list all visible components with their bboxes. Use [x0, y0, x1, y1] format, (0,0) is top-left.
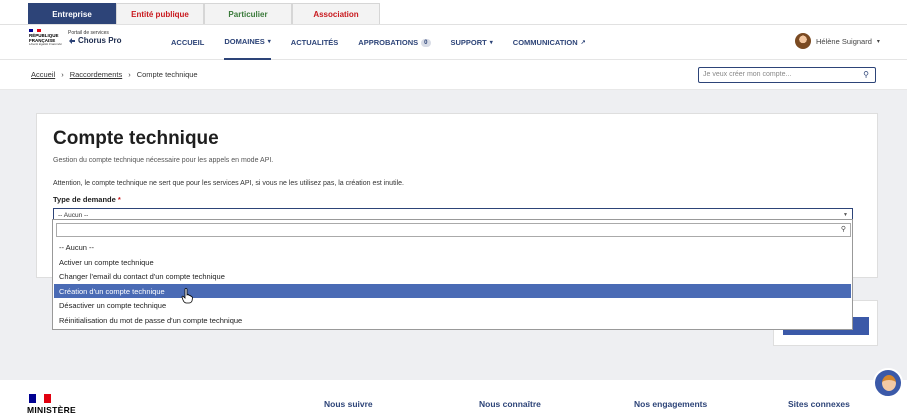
tab-association[interactable]: Association [292, 3, 380, 24]
hand-cursor-icon [181, 288, 193, 304]
search-input[interactable]: Je veux créer mon compte... ⚲ [698, 67, 876, 83]
tab-particulier[interactable]: Particulier [204, 3, 292, 24]
site-header: RÉPUBLIQUE FRANÇAISE Liberté Égalité Fra… [0, 24, 907, 60]
breadcrumb-separator: › [61, 70, 64, 79]
user-name: Hélène Suignard [816, 36, 872, 46]
breadcrumb: Accueil › Raccordements › Compte techniq… [31, 70, 198, 79]
option-desactiver[interactable]: Désactiver un compte technique [54, 298, 851, 313]
option-changer-email[interactable]: Changer l'email du contact d'un compte t… [54, 269, 851, 284]
main-nav: ACCUEIL DOMAINES ▾ ACTUALITÉS APPROBATION… [171, 25, 606, 60]
footer-nos-engagements[interactable]: Nos engagements [634, 399, 707, 409]
search-icon: ⚲ [840, 226, 846, 233]
chevron-down-icon: ▾ [489, 40, 493, 46]
nav-actualites[interactable]: ACTUALITÉS [291, 25, 339, 60]
required-mark: * [117, 195, 121, 204]
tab-entreprise[interactable]: Entreprise [28, 3, 116, 24]
breadcrumb-current: Compte technique [136, 70, 198, 79]
flag-icon [29, 29, 41, 32]
tab-entite-publique[interactable]: Entité publique [116, 3, 204, 24]
nav-domaines[interactable]: DOMAINES ▾ [224, 25, 271, 60]
chevron-down-icon: ▾ [267, 39, 271, 45]
select-value: -- Aucun -- [58, 212, 89, 219]
flag-icon [29, 394, 51, 403]
chorus-pro-brand[interactable]: Portail de services Chorus Pro [68, 30, 122, 45]
chevron-down-icon: ▾ [876, 38, 880, 45]
footer-nous-suivre[interactable]: Nous suivre [324, 399, 373, 409]
breadcrumb-separator: › [128, 70, 131, 79]
nav-accueil[interactable]: ACCUEIL [171, 25, 204, 60]
brand-name: Chorus Pro [78, 36, 122, 45]
caret-down-icon: ▼ [843, 212, 848, 218]
nav-communication[interactable]: COMMUNICATION ↗ [513, 25, 586, 60]
breadcrumb-accueil[interactable]: Accueil [31, 70, 55, 79]
assistant-avatar-button[interactable] [873, 368, 903, 398]
option-activer[interactable]: Activer un compte technique [54, 255, 851, 270]
warning-text: Attention, le compte technique ne sert q… [53, 180, 404, 187]
breadcrumb-raccordements[interactable]: Raccordements [70, 70, 123, 79]
footer-sites-connexes[interactable]: Sites connexes [788, 399, 850, 409]
type-demande-label: Type de demande * [53, 195, 121, 204]
audience-tabs: Entreprise Entité publique Particulier A… [28, 3, 380, 24]
nav-approbations[interactable]: APPROBATIONS 0 [358, 25, 431, 60]
dropdown-search-input[interactable]: ⚲ [56, 223, 851, 237]
option-reinitialisation[interactable]: Réinitialisation du mot de passe d'un co… [54, 313, 851, 328]
nav-support[interactable]: SUPPORT ▾ [451, 25, 493, 60]
page-subtitle: Gestion du compte technique nécessaire p… [53, 157, 274, 164]
chorus-logo-icon [69, 37, 75, 44]
option-creation[interactable]: Création d'un compte technique [54, 283, 851, 298]
footer-ministry: MINISTÈRE [27, 405, 76, 414]
republique-francaise-logo[interactable]: RÉPUBLIQUE FRANÇAISE Liberté Égalité Fra… [29, 29, 63, 47]
assistant-face-icon [882, 375, 896, 391]
user-menu[interactable]: Hélène Suignard ▾ [795, 33, 880, 49]
page-title: Compte technique [53, 128, 219, 149]
search-icon[interactable]: ⚲ [863, 70, 869, 79]
breadcrumb-bar: Accueil › Raccordements › Compte techniq… [0, 60, 907, 90]
type-demande-dropdown: ⚲ -- Aucun -- Activer un compte techniqu… [52, 219, 853, 330]
logo-motto: Liberté Égalité Fraternité [29, 42, 62, 46]
option-aucun[interactable]: -- Aucun -- [54, 240, 851, 255]
external-link-icon: ↗ [580, 40, 586, 46]
avatar [795, 33, 811, 49]
site-footer: MINISTÈRE Nous suivre Nous connaître Nos… [0, 380, 907, 414]
approbations-count-badge: 0 [421, 38, 431, 47]
search-placeholder: Je veux créer mon compte... [703, 71, 792, 78]
footer-nous-connaitre[interactable]: Nous connaître [479, 399, 541, 409]
